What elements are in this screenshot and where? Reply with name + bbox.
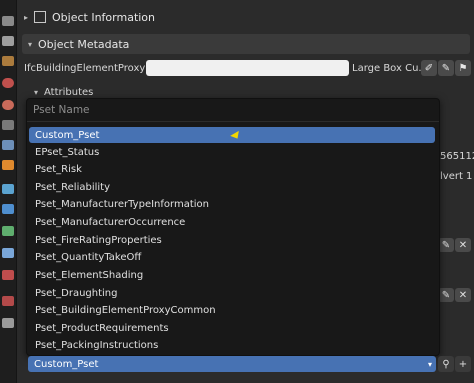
tag-button[interactable]: ⚑ <box>455 60 471 76</box>
dropdown-item[interactable]: EPset_Status <box>29 144 435 160</box>
attributes-label: Attributes <box>44 86 94 98</box>
tool-icon[interactable] <box>2 56 14 66</box>
search-icon: ⚲ <box>442 358 450 370</box>
dropdown-item[interactable]: Pset_Draughting <box>29 285 435 301</box>
ifc-class-prefix: IfcBuildingElementProxy[SF <box>24 62 162 74</box>
pset-select[interactable]: Custom_Pset ▾ <box>28 356 436 372</box>
panel-title: Object Metadata <box>38 37 130 51</box>
tool-icon[interactable] <box>2 160 14 170</box>
pencil-icon: ✎ <box>441 239 451 251</box>
global-id-field[interactable] <box>146 60 349 76</box>
eyedropper-button[interactable]: ✐ <box>421 60 437 76</box>
object-name: Large Box Cu... <box>352 63 428 74</box>
pencil-icon: ✎ <box>441 62 451 74</box>
header-title: Object Information <box>52 10 156 24</box>
add-button[interactable]: + <box>455 356 471 372</box>
dropdown-item[interactable]: Pset_ManufacturerOccurrence <box>29 214 435 230</box>
plus-icon: + <box>458 358 468 370</box>
remove-button[interactable]: ✕ <box>455 238 471 252</box>
dropdown-item[interactable]: Pset_ProductRequirements <box>29 320 435 336</box>
remove-button[interactable]: ✕ <box>455 288 471 302</box>
tool-icon[interactable] <box>2 248 14 258</box>
tool-icon[interactable] <box>2 296 14 306</box>
dropdown-item[interactable]: Pset_PackingInstructions <box>29 337 435 353</box>
tool-icon[interactable] <box>2 226 14 236</box>
pset-search-placeholder: Pset Name <box>33 104 90 116</box>
close-icon: ✕ <box>458 239 468 251</box>
tool-icon[interactable] <box>2 100 14 110</box>
tool-icon[interactable] <box>2 120 14 130</box>
tool-icon[interactable] <box>2 204 14 214</box>
dropdown-item[interactable]: Pset_FireRatingProperties <box>29 232 435 248</box>
dropdown-item[interactable]: Pset_BuildingElementProxyCommon <box>29 302 435 318</box>
dropdown-item-label: Pset_Reliability <box>35 181 110 193</box>
object-information-header[interactable]: ▸ Object Information <box>18 4 470 30</box>
dropdown-item-label: Pset_PackingInstructions <box>35 339 159 351</box>
left-toolbar <box>0 0 17 383</box>
pencil-icon: ✎ <box>441 289 451 301</box>
dropdown-item-label: Pset_ManufacturerTypeInformation <box>35 198 209 210</box>
chevron-down-icon: ▾ <box>34 87 39 97</box>
eyedropper-icon: ✐ <box>424 62 434 74</box>
pset-select-value: Custom_Pset <box>34 358 99 370</box>
dropdown-item-label: Pset_QuantityTakeOff <box>35 251 142 263</box>
background-value: 565112 <box>440 151 474 162</box>
dropdown-item-label: Pset_Draughting <box>35 287 118 299</box>
tool-icon[interactable] <box>2 140 14 150</box>
dropdown-item[interactable]: Pset_Reliability <box>29 179 435 195</box>
search-button[interactable]: ⚲ <box>438 356 454 372</box>
dropdown-item[interactable]: Pset_Risk <box>29 161 435 177</box>
chevron-right-icon: ▸ <box>24 12 29 22</box>
chevron-down-icon: ▾ <box>427 359 432 369</box>
dropdown-item-label: Custom_Pset <box>35 129 100 141</box>
close-icon: ✕ <box>458 289 468 301</box>
edit-button[interactable]: ✎ <box>438 288 454 302</box>
tool-icon[interactable] <box>2 16 14 26</box>
background-value: lvert 1 <box>440 171 473 182</box>
tool-icon[interactable] <box>2 78 14 88</box>
edit-button[interactable]: ✎ <box>438 60 454 76</box>
tool-icon[interactable] <box>2 270 14 280</box>
edit-button[interactable]: ✎ <box>438 238 454 252</box>
dropdown-item-label: EPset_Status <box>35 146 100 158</box>
pset-search-input[interactable]: Pset Name <box>27 99 439 122</box>
dropdown-item-label: Pset_Risk <box>35 163 82 175</box>
object-metadata-panel-header[interactable]: ▾ Object Metadata <box>22 34 470 54</box>
chevron-down-icon: ▾ <box>28 39 33 49</box>
dropdown-item[interactable]: Pset_QuantityTakeOff <box>29 249 435 265</box>
tool-icon[interactable] <box>2 318 14 328</box>
tag-icon: ⚑ <box>458 62 468 74</box>
tool-icon[interactable] <box>2 184 14 194</box>
dropdown-item[interactable]: Pset_ElementShading <box>29 267 435 283</box>
dropdown-item-label: Pset_FireRatingProperties <box>35 234 162 246</box>
dropdown-item[interactable]: Pset_ManufacturerTypeInformation <box>29 196 435 212</box>
cube-icon <box>34 11 47 23</box>
tool-icon[interactable] <box>2 36 14 46</box>
dropdown-item-label: Pset_ManufacturerOccurrence <box>35 216 186 228</box>
dropdown-item-label: Pset_ElementShading <box>35 269 144 281</box>
dropdown-item-label: Pset_ProductRequirements <box>35 322 169 334</box>
dropdown-item-label: Pset_BuildingElementProxyCommon <box>35 304 216 316</box>
